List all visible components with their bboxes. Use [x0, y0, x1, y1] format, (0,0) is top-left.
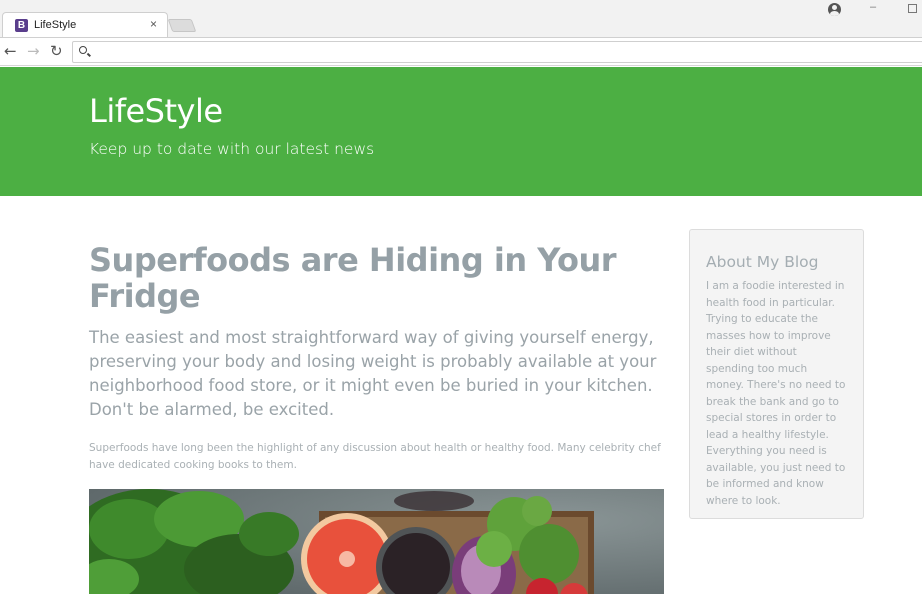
tab-strip: B LifeStyle × –: [0, 0, 922, 37]
browser-chrome: B LifeStyle × – ← → ↻: [0, 0, 922, 66]
sidebar-text: I am a foodie interested in health food …: [706, 280, 846, 507]
sidebar-heading: About My Blog: [706, 253, 819, 271]
maximize-button[interactable]: [908, 4, 917, 13]
tab-title: LifeStyle: [34, 19, 77, 31]
profile-icon[interactable]: [828, 3, 841, 16]
article-body: Superfoods have long been the highlight …: [89, 442, 661, 471]
browser-tab[interactable]: B LifeStyle ×: [2, 12, 168, 37]
close-tab-icon[interactable]: ×: [150, 17, 157, 31]
about-sidebar: About My Blog I am a foodie interested i…: [689, 229, 864, 519]
search-icon: [79, 46, 87, 54]
address-bar[interactable]: [72, 41, 922, 63]
site-tagline: Keep up to date with our latest news: [89, 140, 375, 158]
minimize-button[interactable]: –: [870, 1, 876, 13]
favicon-icon: B: [15, 18, 28, 32]
new-tab-button[interactable]: [167, 19, 197, 32]
forward-arrow-icon[interactable]: →: [27, 42, 40, 60]
article-title: Superfoods are Hiding in Your Fridge: [89, 241, 617, 315]
browser-toolbar: ← → ↻: [0, 37, 922, 65]
back-arrow-icon[interactable]: ←: [4, 42, 17, 60]
reload-icon[interactable]: ↻: [50, 42, 63, 60]
site-title[interactable]: LifeStyle: [89, 92, 223, 130]
site-header: LifeStyle Keep up to date with our lates…: [0, 67, 922, 196]
article-lead: The easiest and most straightforward way…: [89, 328, 657, 419]
superfoods-photo: [89, 489, 664, 594]
